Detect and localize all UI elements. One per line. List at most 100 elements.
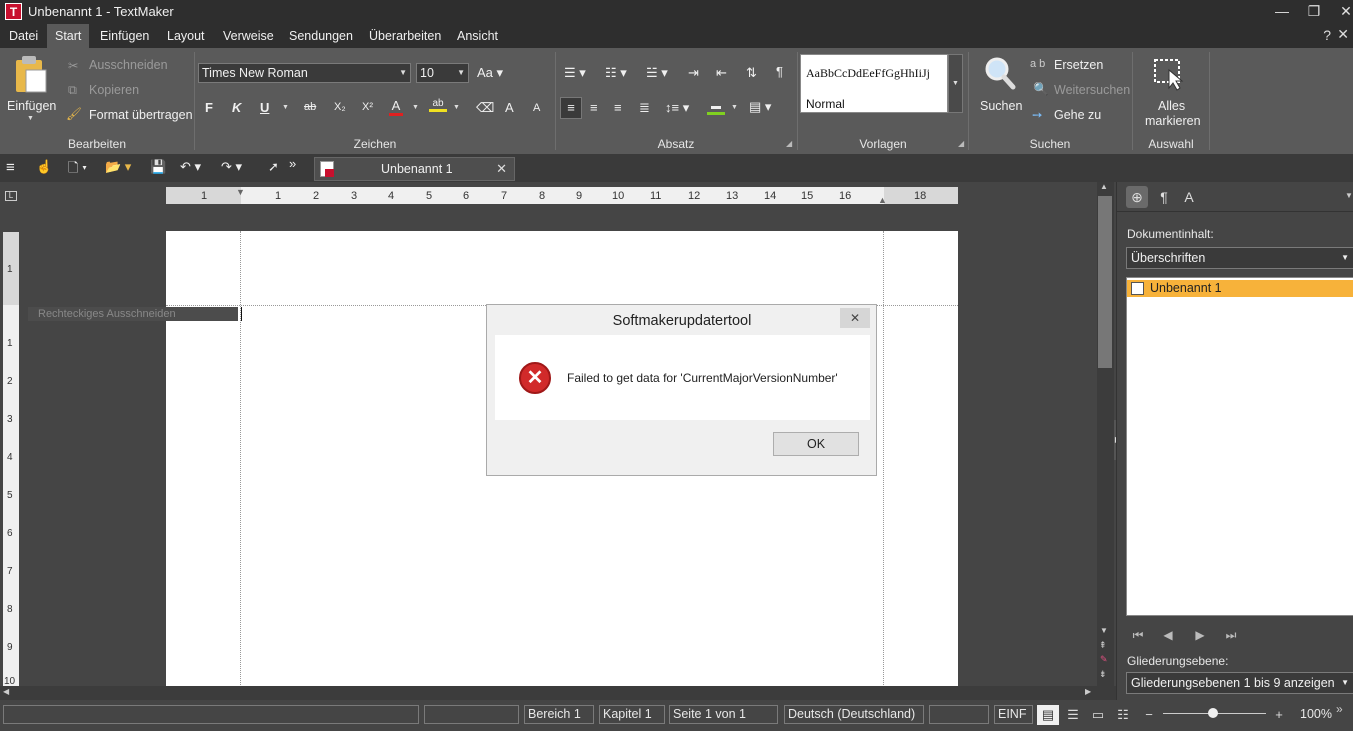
- previous-page-icon[interactable]: ⇞: [1099, 640, 1107, 651]
- hamburger-menu-icon[interactable]: ≡: [6, 159, 15, 176]
- paste-dropdown-icon[interactable]: ▼: [27, 115, 34, 122]
- redo-icon[interactable]: ↷ ▾: [221, 159, 242, 175]
- search-icon[interactable]: [984, 56, 1016, 92]
- scroll-down-icon[interactable]: ▼: [1100, 626, 1108, 635]
- find-next-button[interactable]: Weitersuchen: [1054, 83, 1130, 97]
- shading-dropdown-icon[interactable]: ▼: [731, 104, 738, 111]
- subscript-button[interactable]: X₂: [334, 101, 346, 113]
- sort-icon[interactable]: ⇅: [746, 65, 757, 81]
- absatz-dialog-launcher-icon[interactable]: ◢: [786, 139, 792, 148]
- select-all-label-line2[interactable]: markieren: [1145, 114, 1201, 128]
- minimize-button[interactable]: —: [1266, 0, 1298, 24]
- outline-view-icon[interactable]: ☷: [1112, 705, 1134, 725]
- align-left-icon[interactable]: ≡: [560, 97, 582, 119]
- paste-label[interactable]: Einfügen: [7, 99, 56, 113]
- clear-format-icon[interactable]: ⌫: [476, 100, 494, 116]
- close-document-icon[interactable]: ✕: [1337, 26, 1349, 43]
- overflow-chevron-icon[interactable]: »: [289, 156, 296, 171]
- replace-button[interactable]: Ersetzen: [1054, 58, 1103, 72]
- highlight-dropdown-icon[interactable]: ▼: [453, 104, 460, 111]
- style-gallery-scroll[interactable]: ▼: [948, 54, 963, 113]
- status-insert-mode[interactable]: EINF: [994, 705, 1033, 724]
- document-tab[interactable]: Unbenannt 1 ✕: [314, 157, 515, 181]
- status-language[interactable]: Deutsch (Deutschland): [784, 705, 924, 724]
- highlight-icon[interactable]: ab: [429, 98, 447, 112]
- font-color-icon[interactable]: A: [389, 98, 403, 116]
- outline-levels-select[interactable]: Gliederungsebenen 1 bis 9 anzeigen ▼: [1126, 672, 1353, 694]
- outline-item-checkbox[interactable]: [1131, 282, 1144, 295]
- ok-button[interactable]: OK: [773, 432, 859, 456]
- close-window-button[interactable]: ✕: [1330, 0, 1353, 24]
- indent-marker-icon[interactable]: ▼: [236, 187, 245, 197]
- tab-stop-selector-icon[interactable]: L: [5, 191, 17, 201]
- panel-menu-icon[interactable]: ▼: [1345, 191, 1353, 200]
- menu-layout[interactable]: Layout: [159, 24, 213, 48]
- last-item-icon[interactable]: ⏭: [1219, 624, 1243, 646]
- vertical-ruler[interactable]: 1 1 2 3 4 5 6 7 8 9 10: [3, 232, 19, 687]
- align-center-icon[interactable]: ≡: [590, 100, 598, 115]
- browse-object-icon[interactable]: ✎: [1100, 654, 1108, 665]
- right-indent-marker-icon[interactable]: ▲: [878, 195, 887, 205]
- vorlagen-dialog-launcher-icon[interactable]: ◢: [958, 139, 964, 148]
- scroll-up-icon[interactable]: ▲: [1100, 182, 1108, 191]
- numbered-list-icon[interactable]: ☷ ▾: [605, 65, 627, 81]
- select-all-icon[interactable]: [1153, 56, 1185, 92]
- shading-icon[interactable]: ▬: [707, 101, 725, 115]
- character-styles-icon[interactable]: A: [1178, 186, 1200, 208]
- zoom-out-button[interactable]: −: [1138, 705, 1160, 725]
- previous-item-icon[interactable]: ◀: [1156, 624, 1180, 646]
- menu-ansicht[interactable]: Ansicht: [449, 24, 506, 48]
- vertical-scrollbar[interactable]: ▲ ▼ ⇞ ✎ ⇟: [1097, 182, 1114, 687]
- next-item-icon[interactable]: ▶: [1188, 624, 1212, 646]
- font-name-select[interactable]: Times New Roman ▼: [198, 63, 411, 83]
- select-all-label-line1[interactable]: Alles: [1158, 99, 1185, 113]
- restore-button[interactable]: ❐: [1298, 0, 1330, 24]
- line-spacing-icon[interactable]: ↕≡ ▾: [665, 100, 689, 116]
- dialog-close-button[interactable]: ✕: [840, 308, 870, 328]
- menu-einfuegen[interactable]: Einfügen: [92, 24, 157, 48]
- superscript-button[interactable]: X²: [362, 101, 373, 113]
- page-view-icon[interactable]: ▭: [1087, 705, 1109, 725]
- zoom-in-button[interactable]: +: [1268, 705, 1290, 725]
- align-right-icon[interactable]: ≡: [614, 100, 622, 115]
- continuous-view-icon[interactable]: ☰: [1062, 705, 1084, 725]
- status-chapter[interactable]: Kapitel 1: [599, 705, 665, 724]
- next-page-icon[interactable]: ⇟: [1099, 669, 1107, 680]
- shrink-font-icon[interactable]: A: [533, 102, 540, 114]
- cut-button[interactable]: Ausschneiden: [89, 58, 168, 72]
- vertical-scroll-thumb[interactable]: [1098, 196, 1112, 368]
- zoom-slider-knob[interactable]: [1208, 708, 1218, 718]
- first-item-icon[interactable]: ⏮: [1126, 624, 1150, 646]
- justify-icon[interactable]: ≣: [639, 100, 650, 116]
- pointer-icon[interactable]: ➚: [268, 159, 279, 175]
- underline-button[interactable]: U: [260, 100, 269, 115]
- navigator-compass-icon[interactable]: ⊕: [1126, 186, 1148, 208]
- show-formatting-icon[interactable]: ¶: [776, 64, 783, 79]
- scroll-left-icon[interactable]: ◀: [3, 687, 9, 696]
- goto-button[interactable]: Gehe zu: [1054, 108, 1101, 122]
- close-tab-icon[interactable]: ✕: [496, 161, 507, 177]
- save-icon[interactable]: 💾: [150, 159, 166, 175]
- undo-icon[interactable]: ↶ ▾: [180, 159, 201, 175]
- grow-font-icon[interactable]: A: [505, 100, 514, 115]
- menu-start[interactable]: Start: [47, 24, 90, 48]
- outline-list[interactable]: Unbenannt 1: [1126, 277, 1353, 616]
- new-document-icon[interactable]: 🗋 ▾: [68, 159, 87, 181]
- status-section[interactable]: Bereich 1: [524, 705, 594, 724]
- menu-verweise[interactable]: Verweise: [215, 24, 282, 48]
- underline-dropdown-icon[interactable]: ▼: [282, 104, 289, 111]
- horizontal-scrollbar[interactable]: ◀ ▶: [0, 686, 1116, 700]
- normal-view-icon[interactable]: ▤: [1037, 705, 1059, 725]
- bold-button[interactable]: F: [205, 100, 213, 115]
- horizontal-ruler[interactable]: 1 1 2 3 4 5 6 7 8 9 10 11 12 13 14 15 16…: [166, 187, 958, 205]
- menu-datei[interactable]: Datei: [1, 24, 46, 48]
- style-preview-box[interactable]: AaBbCcDdEeFfGgHhIiJj Normal: [800, 54, 948, 113]
- bullet-list-icon[interactable]: ☰ ▾: [564, 65, 586, 81]
- search-button[interactable]: Suchen: [980, 99, 1022, 113]
- copy-button[interactable]: Kopieren: [89, 83, 139, 97]
- menu-sendungen[interactable]: Sendungen: [281, 24, 361, 48]
- touch-mode-icon[interactable]: ☝: [36, 159, 52, 175]
- outline-item[interactable]: Unbenannt 1: [1127, 280, 1353, 297]
- paragraph-styles-icon[interactable]: ¶: [1153, 186, 1175, 208]
- format-painter-button[interactable]: Format übertragen: [89, 108, 193, 122]
